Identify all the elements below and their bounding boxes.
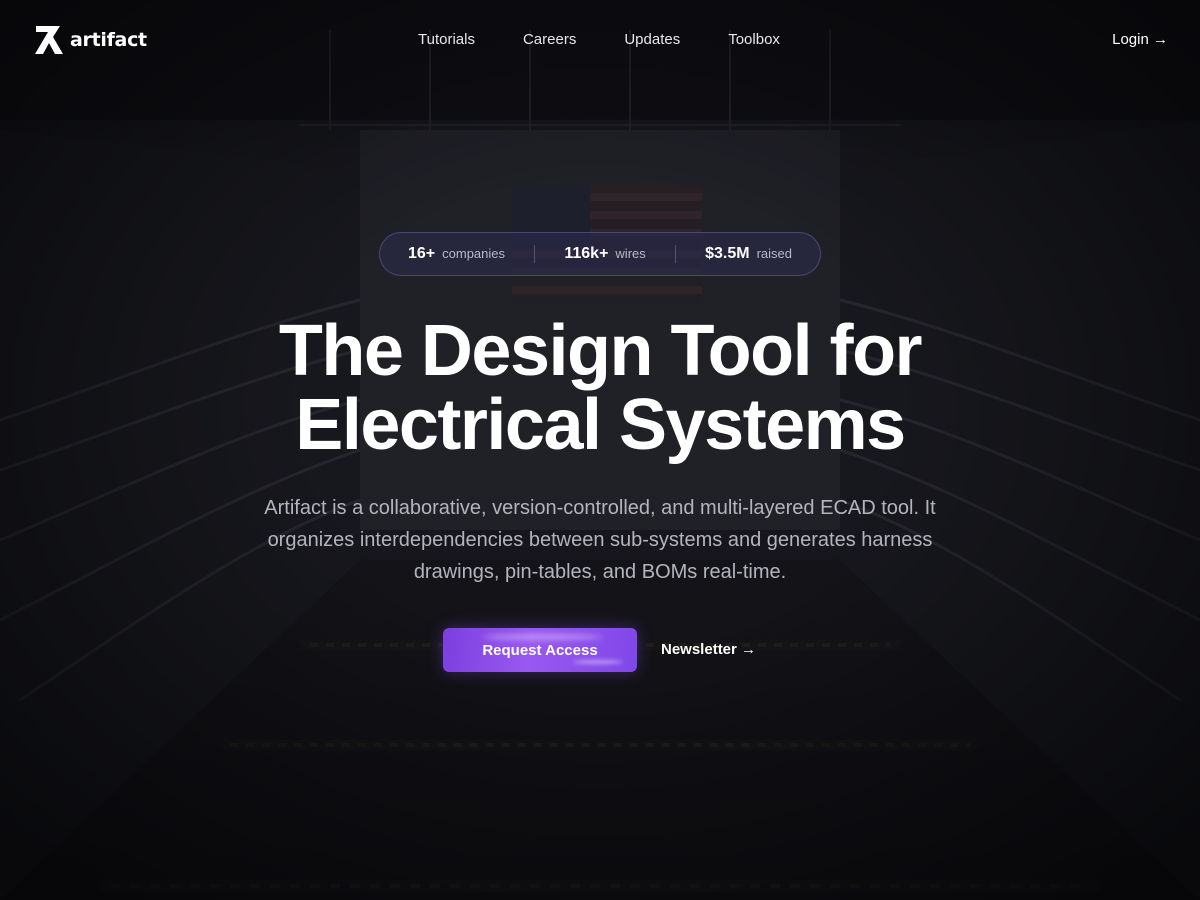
stat-divider bbox=[674, 245, 676, 263]
nav-link-toolbox[interactable]: Toolbox bbox=[728, 30, 780, 50]
nav-menu: Tutorials Careers Updates Toolbox bbox=[418, 30, 828, 50]
nav-link-tutorials[interactable]: Tutorials bbox=[418, 30, 475, 50]
home-logo-link[interactable]: artifact bbox=[32, 23, 147, 57]
artifact-logo-icon bbox=[35, 26, 63, 54]
nav-link-updates[interactable]: Updates bbox=[624, 30, 680, 50]
nav-link-careers[interactable]: Careers bbox=[523, 30, 576, 50]
headline-line-1: The Design Tool for bbox=[278, 311, 923, 391]
request-access-label: Request Access bbox=[482, 641, 598, 659]
top-navigation: artifact Tutorials Careers Updates Toolb… bbox=[0, 0, 1200, 80]
stat-value: 116k+ bbox=[564, 245, 609, 262]
request-access-button[interactable]: Request Access bbox=[443, 628, 637, 672]
stat-companies: 16+ companies bbox=[408, 245, 505, 263]
login-link[interactable]: Login → bbox=[1112, 30, 1168, 50]
hero-headline: The Design Tool for Electrical Systems bbox=[0, 314, 1200, 462]
newsletter-link[interactable]: Newsletter → bbox=[661, 640, 756, 660]
headline-line-2: Electrical Systems bbox=[295, 385, 906, 465]
hero-section: artifact Tutorials Careers Updates Toolb… bbox=[0, 0, 1200, 900]
stat-divider bbox=[534, 245, 536, 263]
stat-label: companies bbox=[442, 246, 506, 261]
stats-pill: 16+ companies 116k+ wires $3.5M raised bbox=[379, 232, 821, 276]
stat-label: raised bbox=[756, 246, 792, 261]
stat-value: $3.5M bbox=[705, 245, 750, 262]
stat-raised: $3.5M raised bbox=[705, 245, 792, 263]
stat-wires: 116k+ wires bbox=[564, 245, 645, 263]
brand-name: artifact bbox=[70, 29, 147, 51]
stat-value: 16+ bbox=[408, 245, 436, 262]
stat-label: wires bbox=[615, 246, 646, 261]
hero-description: Artifact is a collaborative, version-con… bbox=[264, 497, 936, 583]
